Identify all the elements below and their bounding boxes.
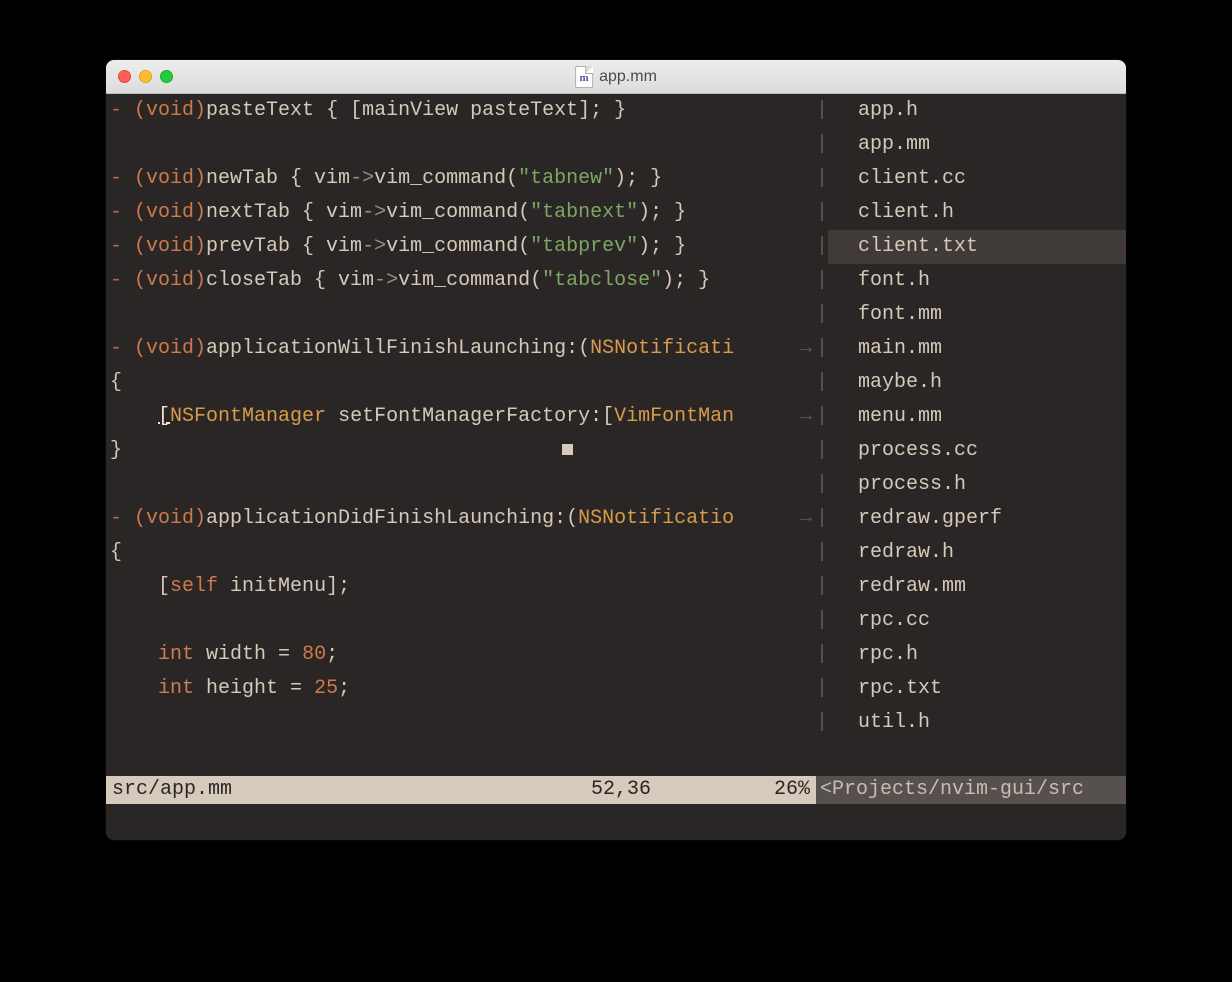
vsplit-segment: | [816, 298, 828, 332]
code-line[interactable]: [NSFontManager setFontManagerFactory:[Vi… [106, 400, 816, 434]
editor-body: - (void)pasteText { [mainView pasteText]… [106, 94, 1126, 776]
file-list-item[interactable]: redraw.gperf [828, 502, 1126, 536]
editor-window: m app.mm - (void)pasteText { [mainView p… [106, 60, 1126, 840]
code-line[interactable] [106, 298, 816, 332]
window-title: m app.mm [575, 66, 657, 88]
file-list-item[interactable]: client.cc [828, 162, 1126, 196]
line-wrap-icon: → [800, 332, 812, 366]
code-line[interactable]: } [106, 434, 816, 468]
file-list-item[interactable]: font.mm [828, 298, 1126, 332]
code-line[interactable] [106, 604, 816, 638]
code-line[interactable] [106, 706, 816, 740]
code-pane[interactable]: - (void)pasteText { [mainView pasteText]… [106, 94, 816, 776]
command-line-area[interactable] [106, 804, 1126, 840]
vsplit-segment: | [816, 366, 828, 400]
vsplit-segment: | [816, 638, 828, 672]
vsplit-segment: | [816, 264, 828, 298]
minimize-window-button[interactable] [139, 70, 152, 83]
vsplit-segment: | [816, 196, 828, 230]
vsplit-segment: | [816, 94, 828, 128]
file-list-item[interactable]: process.cc [828, 434, 1126, 468]
file-list-item[interactable]: util.h [828, 706, 1126, 740]
file-list-item[interactable]: rpc.cc [828, 604, 1126, 638]
status-cursor-position: 52,36 [591, 776, 761, 804]
file-type-icon: m [575, 66, 593, 88]
vsplit-segment: | [816, 502, 828, 536]
vsplit-segment: | [816, 672, 828, 706]
vsplit-segment: | [816, 570, 828, 604]
window-title-text: app.mm [599, 68, 657, 86]
vsplit-segment: | [816, 128, 828, 162]
vsplit-segment: | [816, 604, 828, 638]
file-list-item[interactable]: client.h [828, 196, 1126, 230]
file-list-item[interactable]: maybe.h [828, 366, 1126, 400]
status-right-path: <Projects/nvim-gui/src [816, 776, 1126, 804]
code-line[interactable] [106, 468, 816, 502]
code-line[interactable]: { [106, 536, 816, 570]
file-list-item[interactable]: font.h [828, 264, 1126, 298]
vsplit-segment: | [816, 468, 828, 502]
file-list-item[interactable]: rpc.txt [828, 672, 1126, 706]
vsplit-segment: | [816, 400, 828, 434]
code-line[interactable]: int height = 25; [106, 672, 816, 706]
vsplit-segment: | [816, 706, 828, 740]
file-list-item[interactable]: client.txt [828, 230, 1126, 264]
status-left: src/app.mm 52,36 26% [106, 776, 816, 804]
code-line[interactable]: - (void)applicationWillFinishLaunching:(… [106, 332, 816, 366]
file-list-item[interactable]: process.h [828, 468, 1126, 502]
file-list-item[interactable]: menu.mm [828, 400, 1126, 434]
line-wrap-icon: → [800, 400, 812, 434]
code-line[interactable]: - (void)applicationDidFinishLaunching:(N… [106, 502, 816, 536]
vsplit-segment: | [816, 434, 828, 468]
vertical-split-divider[interactable]: ||||||||||||||||||| [816, 94, 828, 776]
traffic-lights [106, 70, 173, 83]
code-line[interactable]: - (void)prevTab { vim->vim_command("tabp… [106, 230, 816, 264]
file-list-item[interactable]: redraw.h [828, 536, 1126, 570]
vsplit-segment: | [816, 230, 828, 264]
code-line[interactable]: { [106, 366, 816, 400]
code-line[interactable] [106, 128, 816, 162]
zoom-window-button[interactable] [160, 70, 173, 83]
close-window-button[interactable] [118, 70, 131, 83]
status-scroll-percent: 26% [761, 776, 816, 804]
file-icon-letter: m [580, 73, 589, 84]
code-line[interactable]: - (void)newTab { vim->vim_command("tabne… [106, 162, 816, 196]
code-line[interactable]: int width = 80; [106, 638, 816, 672]
file-list-item[interactable]: main.mm [828, 332, 1126, 366]
titlebar[interactable]: m app.mm [106, 60, 1126, 94]
file-list-item[interactable]: rpc.h [828, 638, 1126, 672]
code-line[interactable]: - (void)closeTab { vim->vim_command("tab… [106, 264, 816, 298]
vsplit-segment: | [816, 536, 828, 570]
status-file-path: src/app.mm [112, 776, 591, 804]
status-bar: src/app.mm 52,36 26% <Projects/nvim-gui/… [106, 776, 1126, 804]
code-line[interactable]: [self initMenu]; [106, 570, 816, 604]
vsplit-segment: | [816, 332, 828, 366]
file-list-item[interactable]: redraw.mm [828, 570, 1126, 604]
line-wrap-icon: → [800, 502, 812, 536]
code-line[interactable]: - (void)pasteText { [mainView pasteText]… [106, 94, 816, 128]
file-list-item[interactable]: app.h [828, 94, 1126, 128]
file-list-item[interactable]: app.mm [828, 128, 1126, 162]
file-browser-pane[interactable]: app.happ.mmclient.ccclient.hclient.txtfo… [828, 94, 1126, 776]
vsplit-segment: | [816, 162, 828, 196]
code-line[interactable]: - (void)nextTab { vim->vim_command("tabn… [106, 196, 816, 230]
